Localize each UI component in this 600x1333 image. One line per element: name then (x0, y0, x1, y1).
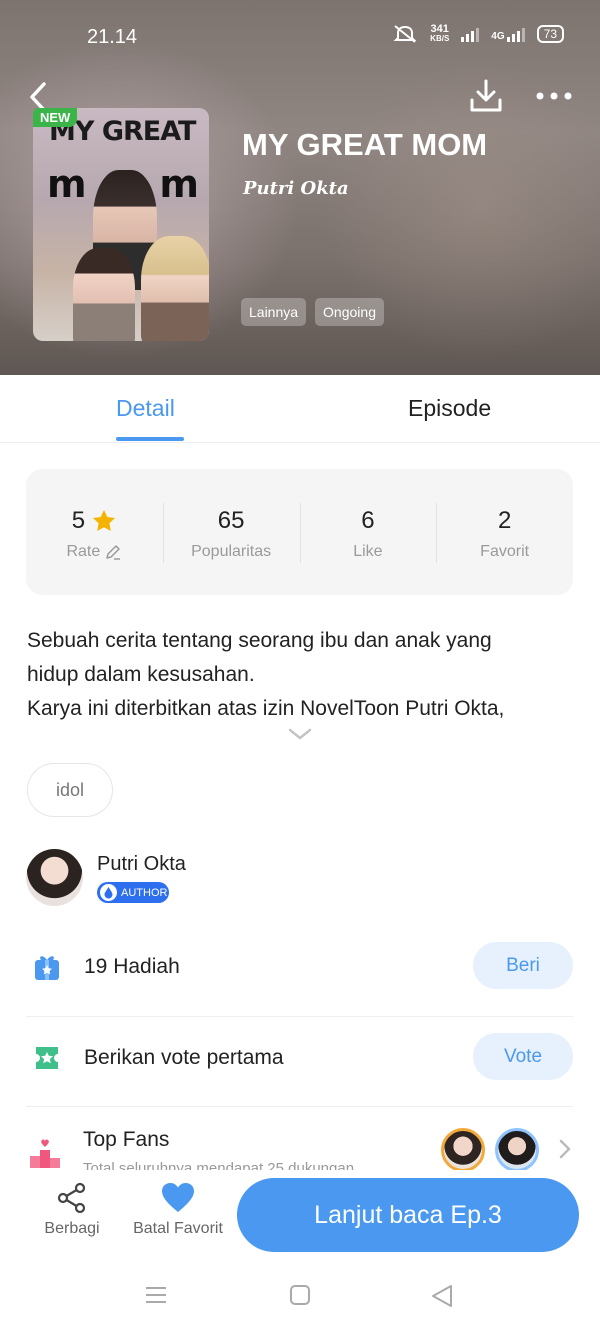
novel-author[interactable]: Putri Okta (243, 178, 349, 199)
tab-detail[interactable]: Detail (116, 395, 175, 422)
stat-label: Like (353, 543, 383, 560)
more-icon[interactable] (534, 86, 574, 106)
home-icon[interactable] (289, 1284, 311, 1306)
back-triangle-icon[interactable] (431, 1284, 453, 1308)
continue-reading-button[interactable]: Lanjut baca Ep.3 (237, 1178, 579, 1252)
download-icon[interactable] (468, 78, 504, 114)
author-badge: AUTHOR (97, 882, 169, 903)
stat-popularity: 65 Popularitas (162, 469, 300, 595)
novel-title: MY GREAT MOM (242, 127, 488, 162)
synopsis-line: Sebuah cerita tentang seorang ibu dan an… (27, 629, 492, 652)
vote-row: Berikan vote pertama Vote (26, 1017, 573, 1107)
status-bar: 21.14 341 KB/S 4G 73 (0, 0, 600, 72)
star-icon (92, 509, 116, 531)
new-badge: NEW (33, 108, 78, 127)
cover-image: MY GREAT m m (33, 108, 209, 341)
favorite-label: Batal Favorit (133, 1220, 223, 1237)
author-avatar[interactable] (26, 849, 83, 906)
tag-genre[interactable]: Lainnya (241, 298, 307, 326)
stat-label: Favorit (480, 543, 530, 560)
net-speed: 341 KB/S (430, 23, 450, 44)
bottom-action-bar: Berbagi Batal Favorit Lanjut baca Ep.3 (0, 1170, 600, 1260)
signal-4g-icon: 4G (491, 26, 525, 42)
stat-value: 5 (71, 507, 86, 534)
podium-icon (30, 1139, 60, 1168)
cover-title-text: m (47, 162, 87, 206)
top-fans-row[interactable]: Top Fans Total seluruhnya mendapat 25 du… (26, 1108, 573, 1170)
synopsis-line: Karya ini diterbitkan atas izin NovelToo… (27, 697, 505, 720)
status-time: 21.14 (87, 26, 138, 48)
stat-favorite: 2 Favorit (436, 469, 573, 595)
heart-icon (162, 1183, 194, 1212)
tab-indicator (116, 437, 184, 441)
fan-avatar (441, 1128, 485, 1170)
edit-pencil-icon (106, 545, 121, 560)
top-fans-subtitle: Total seluruhnya mendapat 25 dukungan (83, 1160, 355, 1170)
stat-value: 65 (217, 507, 245, 534)
author-badge-label: AUTHOR (121, 886, 168, 899)
cover-figure (141, 236, 209, 341)
status-icons: 341 KB/S 4G 73 (392, 24, 564, 44)
cover-figure (73, 248, 135, 341)
vote-button[interactable]: Vote (473, 1033, 573, 1080)
tag-list: Lainnya Ongoing (241, 298, 384, 326)
stat-value: 2 (497, 507, 512, 534)
top-action-bar (0, 78, 600, 118)
gift-count-label: 19 Hadiah (84, 955, 180, 978)
share-label: Berbagi (44, 1220, 100, 1237)
mute-icon (393, 25, 417, 43)
stat-like: 6 Like (299, 469, 437, 595)
signal-icon (461, 26, 480, 42)
expand-chevron-icon[interactable] (287, 726, 313, 742)
menu-icon[interactable] (145, 1284, 167, 1306)
author-drop-icon (100, 884, 117, 901)
cover-title-text: m (159, 162, 199, 206)
tab-episode[interactable]: Episode (408, 395, 491, 422)
stat-rate[interactable]: 5 Rate (26, 469, 163, 595)
share-button[interactable]: Berbagi (42, 1182, 102, 1238)
gift-row: 19 Hadiah Beri (26, 926, 573, 1016)
chevron-right-icon (559, 1139, 571, 1159)
favorite-toggle-button[interactable]: Batal Favorit (130, 1182, 226, 1238)
stat-label: Rate (66, 543, 101, 560)
battery-indicator: 73 (536, 25, 564, 43)
tab-bar: Detail Episode (0, 375, 600, 443)
novel-detail-screen: 21.14 341 KB/S 4G 73 MY GREAT m m NEW MY… (0, 0, 600, 1333)
top-fans-label: Top Fans (83, 1128, 170, 1151)
vote-label: Berikan vote pertama (84, 1046, 284, 1069)
divider (26, 1106, 573, 1107)
genre-chip[interactable]: idol (27, 763, 113, 817)
stat-value: 6 (361, 507, 375, 534)
vote-ticket-icon (36, 1047, 58, 1069)
synopsis-line: hidup dalam kesusahan. (27, 663, 255, 686)
share-icon (57, 1182, 86, 1214)
stat-label: Popularitas (191, 543, 272, 560)
fan-avatar (495, 1128, 539, 1170)
system-nav-bar (0, 1260, 600, 1333)
stats-card: 5 Rate 65 Popularitas 6 Like 2 Favorit (26, 469, 573, 595)
synopsis: Sebuah cerita tentang seorang ibu dan an… (27, 624, 577, 726)
give-gift-button[interactable]: Beri (473, 942, 573, 989)
author-name[interactable]: Putri Okta (97, 853, 186, 876)
tag-status[interactable]: Ongoing (315, 298, 384, 326)
gift-icon (35, 956, 59, 980)
